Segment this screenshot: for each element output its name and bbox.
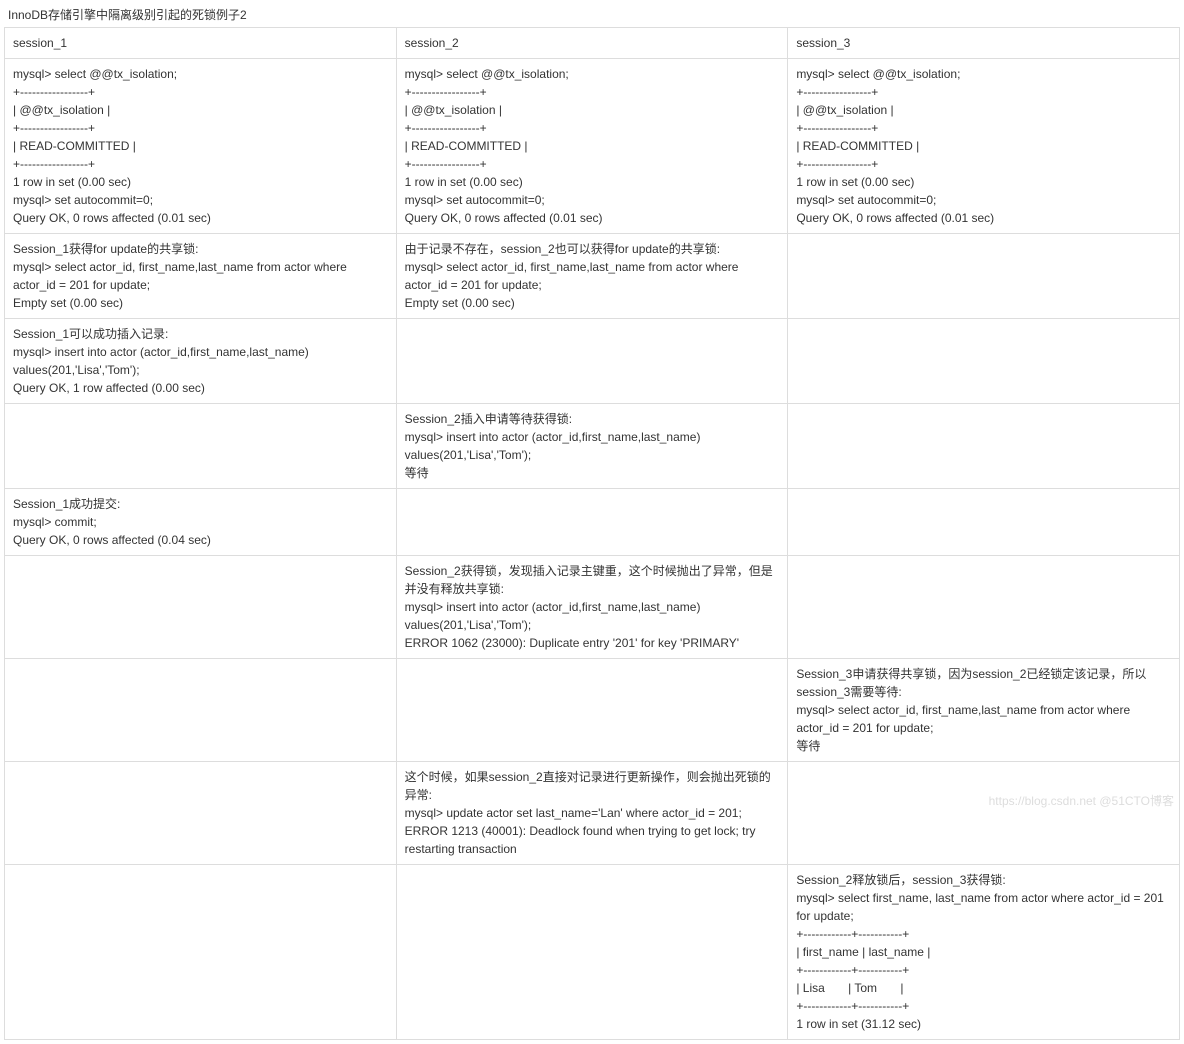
cell	[788, 234, 1180, 319]
cell: Session_3申请获得共享锁，因为session_2已经锁定该记录，所以se…	[788, 659, 1180, 762]
cell	[5, 556, 397, 659]
cell	[396, 319, 788, 404]
cell	[5, 865, 397, 1040]
table-row: Session_2释放锁后，session_3获得锁: mysql> selec…	[5, 865, 1180, 1040]
page-title: InnoDB存储引擎中隔离级别引起的死锁例子2	[4, 4, 1180, 27]
table-row: 这个时候，如果session_2直接对记录进行更新操作，则会抛出死锁的异常: m…	[5, 762, 1180, 865]
cell: Session_1获得for update的共享锁: mysql> select…	[5, 234, 397, 319]
cell: 这个时候，如果session_2直接对记录进行更新操作，则会抛出死锁的异常: m…	[396, 762, 788, 865]
cell	[788, 404, 1180, 489]
cell: Session_2获得锁，发现插入记录主键重，这个时候抛出了异常，但是并没有释放…	[396, 556, 788, 659]
table-row: Session_2插入申请等待获得锁: mysql> insert into a…	[5, 404, 1180, 489]
col-header-session-2: session_2	[396, 28, 788, 59]
col-header-session-1: session_1	[5, 28, 397, 59]
cell	[788, 489, 1180, 556]
cell	[788, 319, 1180, 404]
session-table: session_1 session_2 session_3 mysql> sel…	[4, 27, 1180, 1040]
cell	[5, 762, 397, 865]
cell	[788, 556, 1180, 659]
table-row: Session_3申请获得共享锁，因为session_2已经锁定该记录，所以se…	[5, 659, 1180, 762]
cell: mysql> select @@tx_isolation; +---------…	[5, 59, 397, 234]
cell: Session_2插入申请等待获得锁: mysql> insert into a…	[396, 404, 788, 489]
cell: mysql> select @@tx_isolation; +---------…	[788, 59, 1180, 234]
table-row: Session_1可以成功插入记录: mysql> insert into ac…	[5, 319, 1180, 404]
table-row: Session_1获得for update的共享锁: mysql> select…	[5, 234, 1180, 319]
table-row: Session_1成功提交: mysql> commit; Query OK, …	[5, 489, 1180, 556]
cell	[788, 762, 1180, 865]
cell: mysql> select @@tx_isolation; +---------…	[396, 59, 788, 234]
cell: Session_1成功提交: mysql> commit; Query OK, …	[5, 489, 397, 556]
col-header-session-3: session_3	[788, 28, 1180, 59]
cell: Session_1可以成功插入记录: mysql> insert into ac…	[5, 319, 397, 404]
table-header-row: session_1 session_2 session_3	[5, 28, 1180, 59]
table-row: Session_2获得锁，发现插入记录主键重，这个时候抛出了异常，但是并没有释放…	[5, 556, 1180, 659]
cell: Session_2释放锁后，session_3获得锁: mysql> selec…	[788, 865, 1180, 1040]
cell	[5, 659, 397, 762]
cell	[396, 865, 788, 1040]
cell: 由于记录不存在，session_2也可以获得for update的共享锁: my…	[396, 234, 788, 319]
cell	[396, 659, 788, 762]
cell	[396, 489, 788, 556]
cell	[5, 404, 397, 489]
table-row: mysql> select @@tx_isolation; +---------…	[5, 59, 1180, 234]
